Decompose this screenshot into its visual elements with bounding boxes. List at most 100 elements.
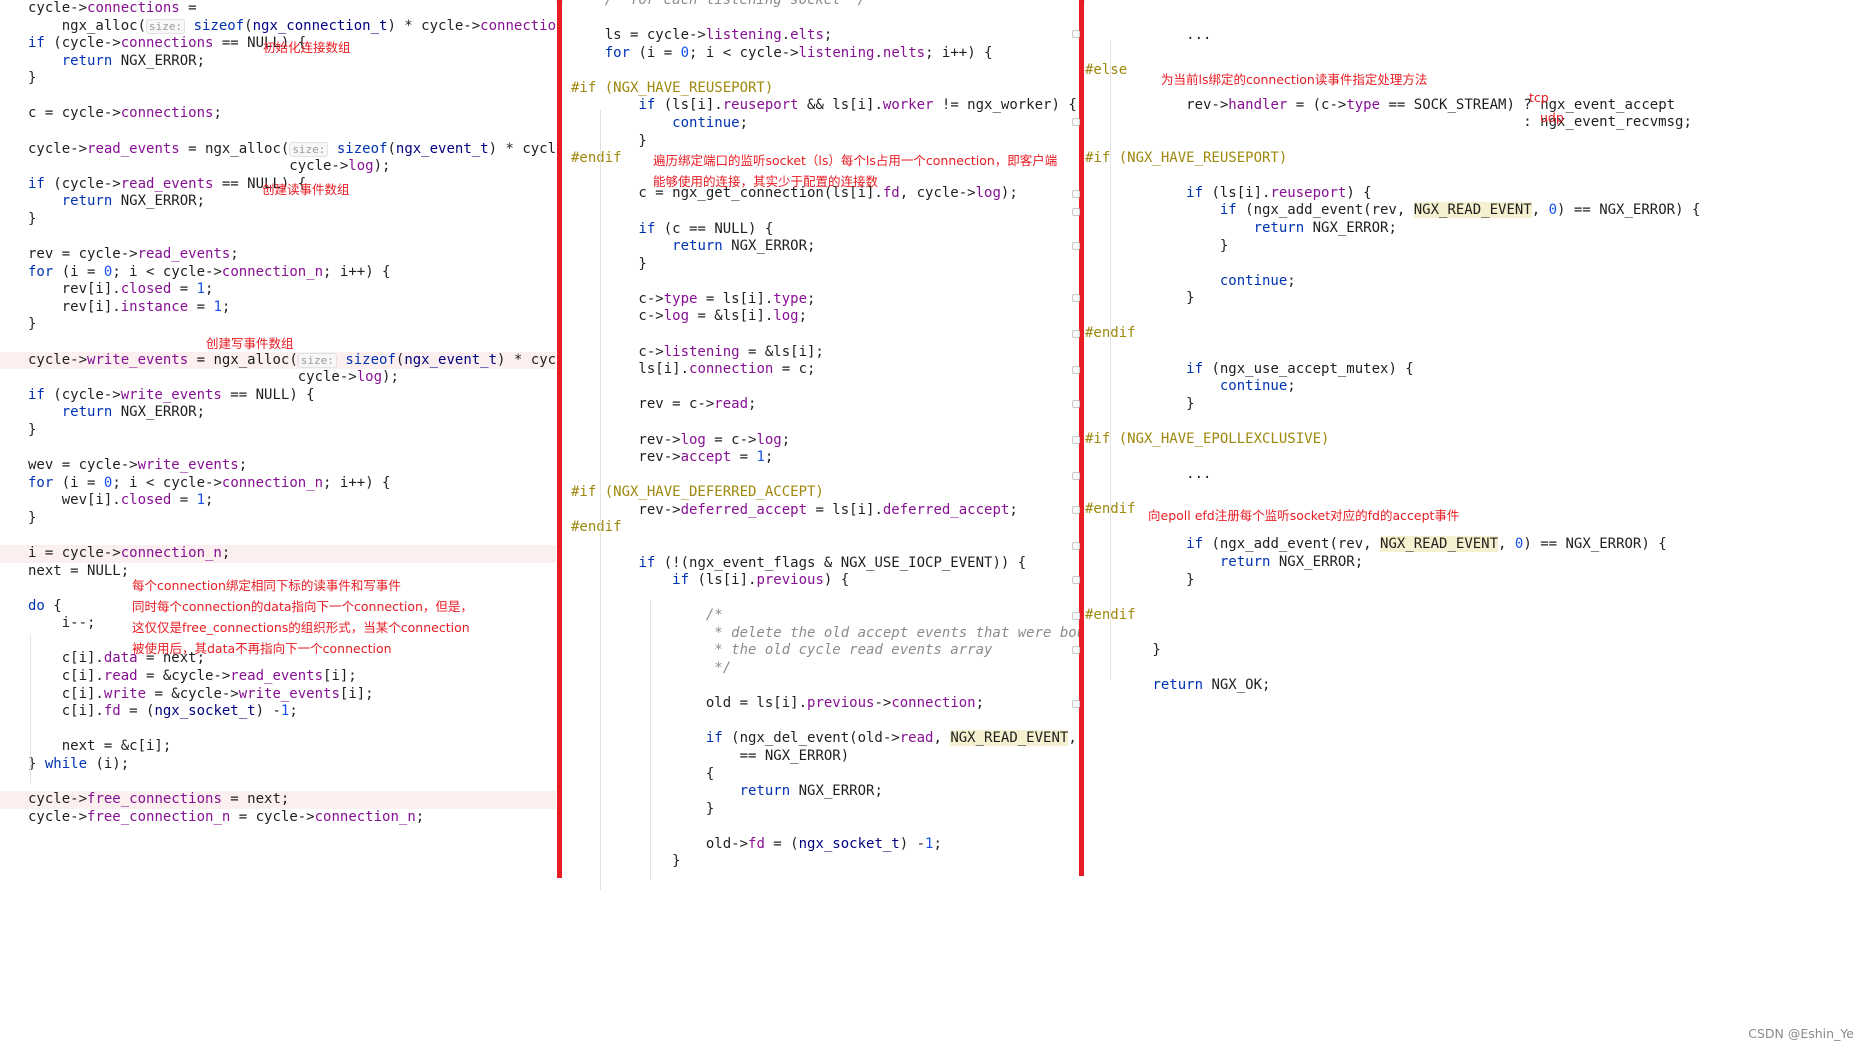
code-line[interactable]	[563, 537, 1079, 555]
code-line[interactable]	[563, 379, 1079, 397]
code-line[interactable]	[563, 467, 1079, 485]
code-line[interactable]: #endif	[1085, 325, 1870, 343]
code-line[interactable]: }	[563, 801, 1079, 819]
code-line[interactable]: wev[i].closed = 1;	[0, 492, 556, 510]
code-panel-right[interactable]: ... #else rev->handler = (c->type == SOCK…	[1085, 0, 1870, 1053]
code-line[interactable]: cycle->log);	[0, 158, 556, 176]
code-line[interactable]: #endif	[1085, 607, 1870, 625]
code-line[interactable]: }	[0, 211, 556, 229]
code-line[interactable]	[0, 721, 556, 739]
fold-marker-icon[interactable]	[1072, 436, 1080, 444]
code-line[interactable]: ls = cycle->listening.elts;	[563, 27, 1079, 45]
code-line[interactable]: #if (NGX_HAVE_DEFERRED_ACCEPT)	[563, 484, 1079, 502]
code-line[interactable]: {	[563, 766, 1079, 784]
fold-marker-icon[interactable]	[1072, 208, 1080, 216]
code-line[interactable]	[563, 203, 1079, 221]
code-line[interactable]: old = ls[i].previous->connection;	[563, 695, 1079, 713]
fold-marker-icon[interactable]	[1072, 330, 1080, 338]
code-line[interactable]: }	[563, 133, 1079, 151]
code-line[interactable]: }	[0, 316, 556, 334]
fold-marker-icon[interactable]	[1072, 366, 1080, 374]
code-line[interactable]: cycle->connections =	[0, 0, 556, 18]
code-line[interactable]: /* for each listening socket */	[563, 0, 1079, 10]
code-line[interactable]: }	[0, 70, 556, 88]
code-line[interactable]: cycle->read_events = ngx_alloc(size: siz…	[0, 141, 556, 159]
code-line[interactable]	[0, 229, 556, 247]
code-line[interactable]: : ngx_event_recvmsg;	[1085, 114, 1870, 132]
code-line[interactable]: if (ngx_add_event(rev, NGX_READ_EVENT, 0…	[1085, 202, 1870, 220]
code-line[interactable]	[1085, 484, 1870, 502]
fold-marker-icon[interactable]	[1072, 118, 1080, 126]
code-line[interactable]	[0, 527, 556, 545]
code-line[interactable]	[1085, 308, 1870, 326]
code-line[interactable]: }	[0, 422, 556, 440]
code-line[interactable]: if (!(ngx_event_flags & NGX_USE_IOCP_EVE…	[563, 555, 1079, 573]
code-line[interactable]	[1085, 624, 1870, 642]
code-line[interactable]: for (i = 0; i < cycle->connection_n; i++…	[0, 264, 556, 282]
code-line[interactable]: cycle->free_connection_n = cycle->connec…	[0, 809, 556, 827]
code-line[interactable]: continue;	[1085, 378, 1870, 396]
code-line[interactable]: if (ls[i].reuseport) {	[1085, 185, 1870, 203]
code-line[interactable]: * the old cycle read events array	[563, 642, 1079, 660]
code-line[interactable]: } while (i);	[0, 756, 556, 774]
code-line[interactable]: rev = cycle->read_events;	[0, 246, 556, 264]
code-line[interactable]	[1085, 659, 1870, 677]
code-line[interactable]	[563, 62, 1079, 80]
code-line[interactable]: if (cycle->write_events == NULL) {	[0, 387, 556, 405]
code-line[interactable]: return NGX_ERROR;	[1085, 554, 1870, 572]
code-line[interactable]: rev->log = c->log;	[563, 432, 1079, 450]
code-line[interactable]: return NGX_ERROR;	[0, 404, 556, 422]
code-line[interactable]: if (ngx_add_event(rev, NGX_READ_EVENT, 0…	[1085, 536, 1870, 554]
code-line[interactable]: }	[0, 510, 556, 528]
code-line[interactable]: c->listening = &ls[i];	[563, 344, 1079, 362]
code-line[interactable]: rev = c->read;	[563, 396, 1079, 414]
fold-marker-icon[interactable]	[1072, 506, 1080, 514]
code-line[interactable]: if (ls[i].reuseport && ls[i].worker != n…	[563, 97, 1079, 115]
code-panel-left[interactable]: cycle->connections = ngx_alloc(size: siz…	[0, 0, 556, 1053]
code-line[interactable]: c[i].write = &cycle->write_events[i];	[0, 686, 556, 704]
code-line[interactable]	[0, 440, 556, 458]
code-line[interactable]	[563, 273, 1079, 291]
code-line[interactable]	[563, 10, 1079, 28]
code-line[interactable]: if (ngx_use_accept_mutex) {	[1085, 361, 1870, 379]
fold-marker-icon[interactable]	[1072, 30, 1080, 38]
code-line[interactable]: if (ls[i].previous) {	[563, 572, 1079, 590]
code-line[interactable]: return NGX_ERROR;	[563, 783, 1079, 801]
code-line[interactable]: return NGX_OK;	[1085, 677, 1870, 695]
code-line[interactable]: continue;	[563, 115, 1079, 133]
code-line[interactable]	[563, 326, 1079, 344]
fold-marker-icon[interactable]	[1072, 646, 1080, 654]
code-line[interactable]	[1085, 132, 1870, 150]
code-line[interactable]: c->type = ls[i].type;	[563, 291, 1079, 309]
code-line[interactable]: }	[1085, 572, 1870, 590]
code-line[interactable]: /*	[563, 607, 1079, 625]
code-line[interactable]: return NGX_ERROR;	[563, 238, 1079, 256]
code-line[interactable]	[0, 774, 556, 792]
code-line[interactable]	[1085, 449, 1870, 467]
code-line[interactable]	[563, 414, 1079, 432]
code-line[interactable]: ngx_alloc(size: sizeof(ngx_connection_t)…	[0, 18, 556, 36]
code-line[interactable]: }	[1085, 396, 1870, 414]
code-line[interactable]: return NGX_ERROR;	[1085, 220, 1870, 238]
fold-marker-icon[interactable]	[1072, 700, 1080, 708]
code-line[interactable]: #if (NGX_HAVE_REUSEPORT)	[1085, 150, 1870, 168]
code-line[interactable]: if (c == NULL) {	[563, 221, 1079, 239]
code-line[interactable]: cycle->free_connections = next;	[0, 791, 556, 809]
code-line[interactable]	[563, 713, 1079, 731]
code-line[interactable]	[563, 590, 1079, 608]
code-line[interactable]: }	[1085, 642, 1870, 660]
fold-marker-icon[interactable]	[1072, 612, 1080, 620]
code-line[interactable]	[1085, 167, 1870, 185]
fold-marker-icon[interactable]	[1072, 400, 1080, 408]
code-line[interactable]: ...	[1085, 27, 1870, 45]
code-line[interactable]: cycle->write_events = ngx_alloc(size: si…	[0, 351, 556, 370]
code-line[interactable]	[0, 123, 556, 141]
code-line[interactable]	[563, 818, 1079, 836]
code-line[interactable]: * delete the old accept events that were…	[563, 625, 1079, 643]
code-line[interactable]: c[i].fd = (ngx_socket_t) -1;	[0, 703, 556, 721]
code-line[interactable]: == NGX_ERROR)	[563, 748, 1079, 766]
code-line[interactable]: rev[i].closed = 1;	[0, 281, 556, 299]
code-line[interactable]: }	[1085, 238, 1870, 256]
code-line[interactable]: c->log = &ls[i].log;	[563, 308, 1079, 326]
code-line[interactable]: }	[563, 256, 1079, 274]
